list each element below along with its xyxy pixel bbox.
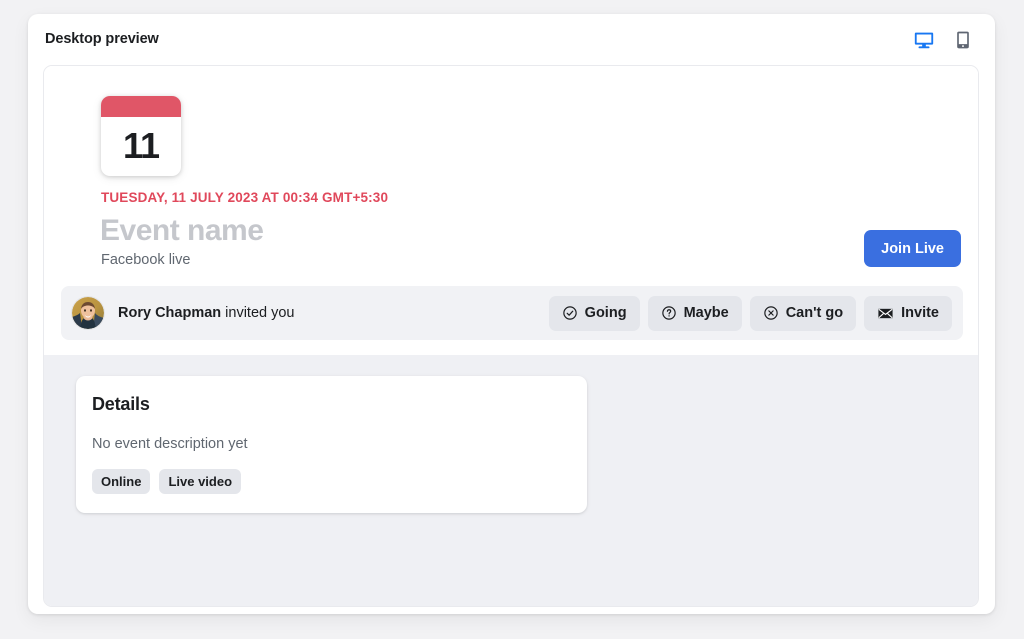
event-datetime: TUESDAY, 11 JULY 2023 AT 00:34 GMT+5:30	[101, 190, 389, 205]
details-card: Details No event description yet Online …	[76, 376, 587, 513]
question-circle-icon	[661, 305, 677, 321]
invite-suffix: invited you	[221, 305, 295, 321]
tag-live-video[interactable]: Live video	[159, 469, 242, 494]
envelope-icon	[877, 305, 894, 322]
details-tag-group: Online Live video	[92, 469, 571, 494]
details-title: Details	[92, 394, 150, 414]
rsvp-maybe-label: Maybe	[683, 305, 729, 321]
check-circle-icon	[562, 305, 578, 321]
invite-bar: Rory Chapman invited you Going Maybe Can…	[61, 286, 963, 340]
rsvp-button-group: Going Maybe Can't go Invite	[548, 295, 952, 331]
inviter-name: Rory Chapman	[118, 305, 222, 321]
rsvp-maybe-button[interactable]: Maybe	[647, 295, 742, 331]
desktop-view-toggle[interactable]	[911, 27, 937, 53]
rsvp-cant-go-button[interactable]: Can't go	[749, 295, 857, 331]
event-subtitle: Facebook live	[101, 252, 191, 268]
page-title: Desktop preview	[45, 31, 159, 47]
event-header-section: 11 TUESDAY, 11 JULY 2023 AT 00:34 GMT+5:…	[44, 66, 978, 355]
monitor-icon	[913, 29, 935, 51]
event-body-section: Details No event description yet Online …	[44, 355, 978, 606]
device-toggle-group	[911, 27, 976, 53]
event-preview-panel: 11 TUESDAY, 11 JULY 2023 AT 00:34 GMT+5:…	[43, 65, 979, 607]
rsvp-cant-go-label: Can't go	[785, 305, 844, 321]
avatar[interactable]	[72, 297, 104, 329]
rsvp-going-button[interactable]: Going	[548, 295, 640, 331]
calendar-day-number: 11	[122, 124, 160, 166]
x-circle-icon	[763, 305, 779, 321]
card-header: Desktop preview	[28, 14, 995, 66]
invite-text: Rory Chapman invited you	[118, 305, 295, 321]
rsvp-going-label: Going	[584, 305, 627, 321]
desktop-preview-card: Desktop preview 11 TUESDAY, 11 JULY 2023…	[28, 14, 995, 614]
mobile-view-toggle[interactable]	[950, 27, 976, 53]
invite-button-label: Invite	[901, 305, 939, 321]
calendar-date-icon: 11	[101, 96, 181, 176]
event-name-placeholder: Event name	[100, 214, 264, 247]
invite-button[interactable]: Invite	[864, 295, 952, 331]
calendar-icon-header	[101, 96, 181, 117]
details-description: No event description yet	[92, 436, 248, 452]
mobile-phone-icon	[953, 30, 973, 50]
join-live-button[interactable]: Join Live	[864, 230, 961, 267]
tag-online[interactable]: Online	[92, 469, 151, 494]
